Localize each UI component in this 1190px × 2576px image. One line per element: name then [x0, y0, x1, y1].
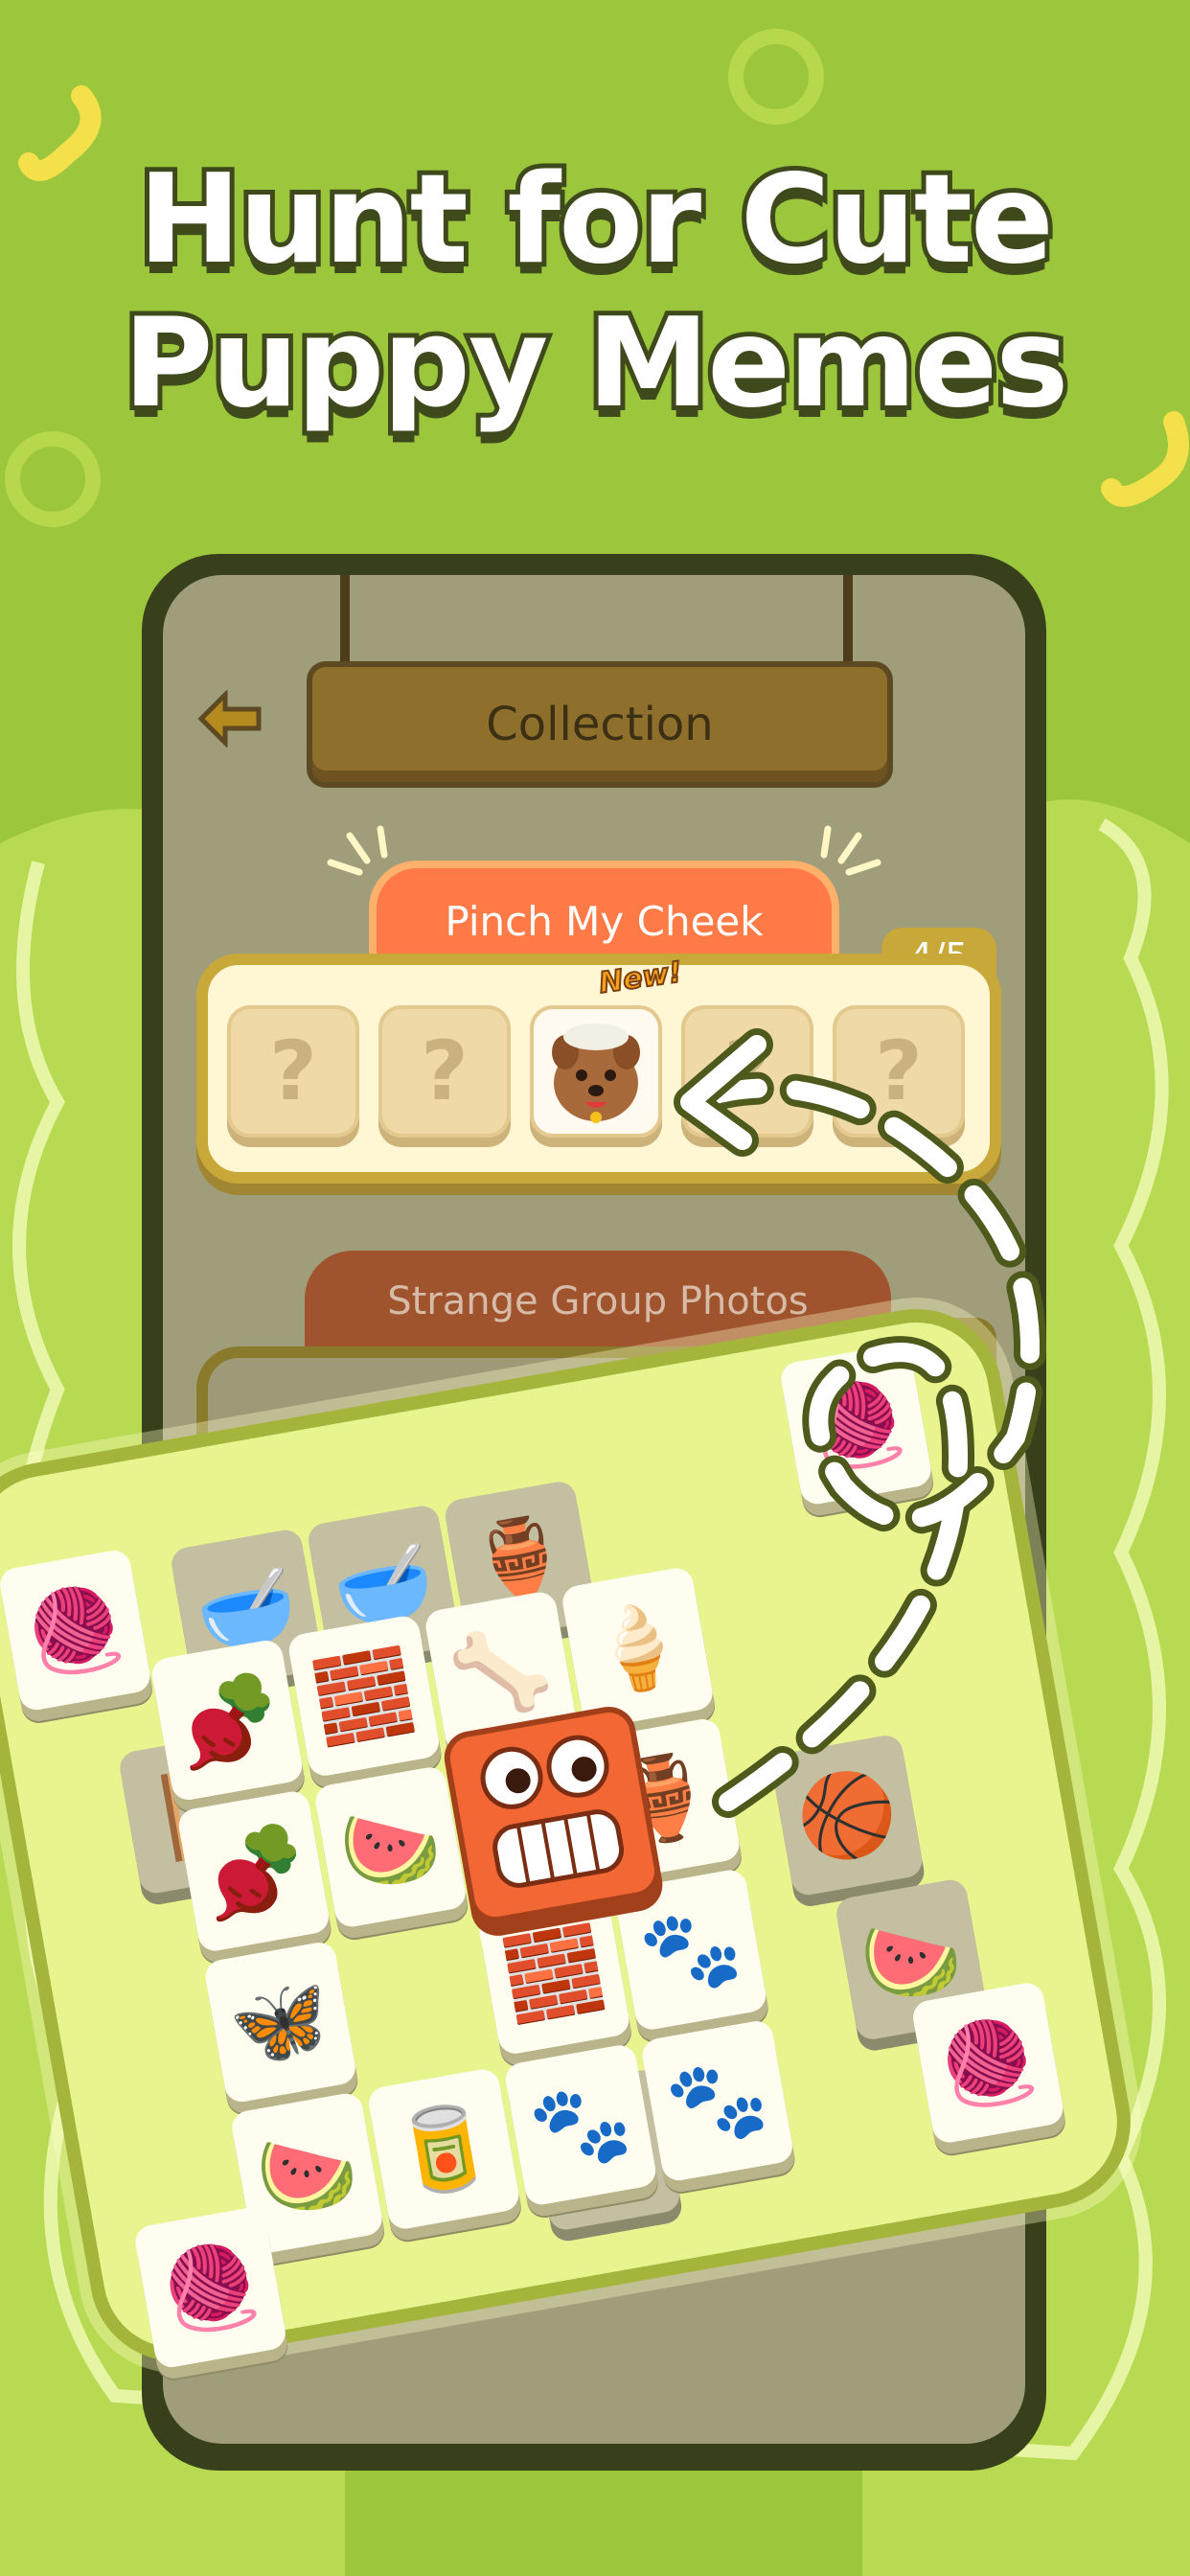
dashed-arrow-icon: [674, 1028, 1046, 1818]
